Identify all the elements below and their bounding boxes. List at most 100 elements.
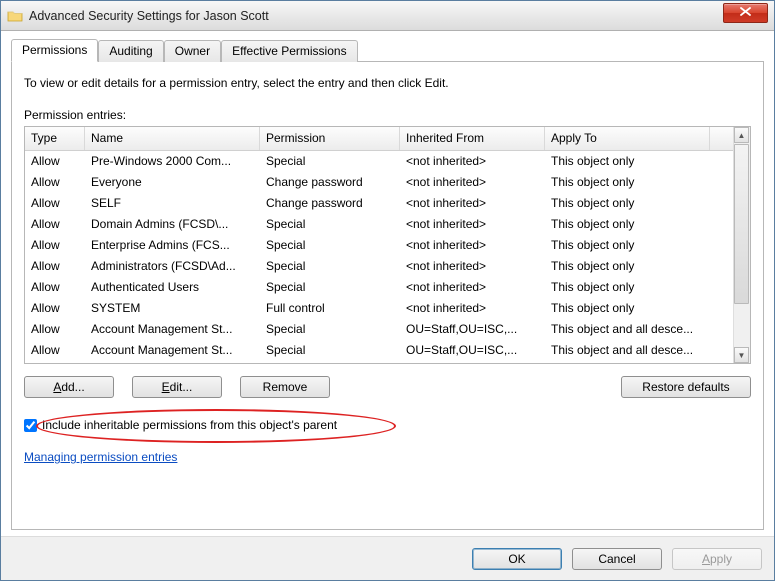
dialog-footer: OK Cancel Apply: [1, 536, 774, 580]
add-button[interactable]: Add...: [24, 376, 114, 398]
cell: Allow: [25, 172, 85, 193]
tab-owner[interactable]: Owner: [164, 40, 221, 62]
scroll-down-arrow-icon[interactable]: ▼: [734, 347, 749, 363]
cell: This object only: [545, 298, 710, 319]
cell: <not inherited>: [400, 151, 545, 172]
col-permission[interactable]: Permission: [260, 127, 400, 150]
cancel-button[interactable]: Cancel: [572, 548, 662, 570]
cell: <not inherited>: [400, 193, 545, 214]
tab-content-permissions: To view or edit details for a permission…: [11, 62, 764, 530]
close-button[interactable]: [723, 3, 768, 23]
cell: Special: [260, 340, 400, 361]
cell: Special: [260, 319, 400, 340]
folder-icon: [7, 8, 23, 24]
ok-button[interactable]: OK: [472, 548, 562, 570]
cell: Administrators (FCSD\Ad...: [85, 256, 260, 277]
entries-label: Permission entries:: [24, 108, 751, 122]
cell: Allow: [25, 193, 85, 214]
col-apply[interactable]: Apply To: [545, 127, 710, 150]
cell: <not inherited>: [400, 277, 545, 298]
instruction-text: To view or edit details for a permission…: [24, 76, 751, 90]
table-row[interactable]: AllowDomain Admins (FCSD\...Special<not …: [25, 214, 733, 235]
dialog-body: Permissions Auditing Owner Effective Per…: [1, 31, 774, 536]
cell: SYSTEM: [85, 298, 260, 319]
cell: <not inherited>: [400, 298, 545, 319]
cell: <not inherited>: [400, 214, 545, 235]
edit-button[interactable]: Edit...: [132, 376, 222, 398]
cell: Special: [260, 214, 400, 235]
cell: <not inherited>: [400, 256, 545, 277]
cell: This object only: [545, 151, 710, 172]
cell: This object only: [545, 172, 710, 193]
table-row[interactable]: AllowAdministrators (FCSD\Ad...Special<n…: [25, 256, 733, 277]
remove-button[interactable]: Remove: [240, 376, 330, 398]
cell: Account Management St...: [85, 340, 260, 361]
close-icon: [740, 7, 751, 19]
cell: Allow: [25, 256, 85, 277]
managing-permissions-link[interactable]: Managing permission entries: [24, 450, 751, 464]
table-row[interactable]: AllowSELFChange password<not inherited>T…: [25, 193, 733, 214]
dialog-window: Advanced Security Settings for Jason Sco…: [0, 0, 775, 581]
cell: Enterprise Admins (FCS...: [85, 235, 260, 256]
titlebar: Advanced Security Settings for Jason Sco…: [1, 1, 774, 31]
cell: Special: [260, 277, 400, 298]
vertical-scrollbar[interactable]: ▲ ▼: [733, 127, 750, 363]
cell: Allow: [25, 214, 85, 235]
cell: Change password: [260, 172, 400, 193]
cell: <not inherited>: [400, 235, 545, 256]
cell: Account Management St...: [85, 319, 260, 340]
permission-listview[interactable]: Type Name Permission Inherited From Appl…: [24, 126, 751, 364]
cell: Special: [260, 151, 400, 172]
table-row[interactable]: AllowEnterprise Admins (FCS...Special<no…: [25, 235, 733, 256]
cell: Full control: [260, 298, 400, 319]
listview-header: Type Name Permission Inherited From Appl…: [25, 127, 733, 151]
cell: Authenticated Users: [85, 277, 260, 298]
table-row[interactable]: AllowEveryoneChange password<not inherit…: [25, 172, 733, 193]
table-row[interactable]: AllowPre-Windows 2000 Com...Special<not …: [25, 151, 733, 172]
cell: This object only: [545, 277, 710, 298]
listview-rows: AllowPre-Windows 2000 Com...Special<not …: [25, 151, 733, 361]
listview-body: Type Name Permission Inherited From Appl…: [25, 127, 733, 363]
cell: Allow: [25, 298, 85, 319]
button-row: Add... Edit... Remove Restore defaults: [24, 376, 751, 398]
window-title: Advanced Security Settings for Jason Sco…: [29, 9, 269, 23]
apply-button: Apply: [672, 548, 762, 570]
cell: This object only: [545, 256, 710, 277]
tab-effective-permissions[interactable]: Effective Permissions: [221, 40, 358, 62]
cell: Pre-Windows 2000 Com...: [85, 151, 260, 172]
cell: Allow: [25, 277, 85, 298]
tab-strip: Permissions Auditing Owner Effective Per…: [11, 39, 764, 62]
scroll-up-arrow-icon[interactable]: ▲: [734, 127, 749, 143]
cell: This object and all desce...: [545, 319, 710, 340]
cell: OU=Staff,OU=ISC,...: [400, 319, 545, 340]
table-row[interactable]: AllowSYSTEMFull control<not inherited>Th…: [25, 298, 733, 319]
col-type[interactable]: Type: [25, 127, 85, 150]
col-name[interactable]: Name: [85, 127, 260, 150]
inherit-checkbox[interactable]: [24, 419, 37, 432]
cell: <not inherited>: [400, 172, 545, 193]
scroll-thumb[interactable]: [734, 144, 749, 304]
cell: Allow: [25, 340, 85, 361]
cell: Special: [260, 256, 400, 277]
col-inherited[interactable]: Inherited From: [400, 127, 545, 150]
cell: Everyone: [85, 172, 260, 193]
cell: Change password: [260, 193, 400, 214]
cell: This object only: [545, 235, 710, 256]
cell: Special: [260, 235, 400, 256]
cell: Allow: [25, 319, 85, 340]
cell: Domain Admins (FCSD\...: [85, 214, 260, 235]
table-row[interactable]: AllowAccount Management St...SpecialOU=S…: [25, 340, 733, 361]
restore-defaults-button[interactable]: Restore defaults: [621, 376, 751, 398]
table-row[interactable]: AllowAccount Management St...SpecialOU=S…: [25, 319, 733, 340]
cell: Allow: [25, 235, 85, 256]
table-row[interactable]: AllowAuthenticated UsersSpecial<not inhe…: [25, 277, 733, 298]
cell: This object only: [545, 193, 710, 214]
inherit-checkbox-label: Include inheritable permissions from thi…: [42, 418, 337, 432]
cell: This object only: [545, 214, 710, 235]
cell: SELF: [85, 193, 260, 214]
cell: OU=Staff,OU=ISC,...: [400, 340, 545, 361]
tab-auditing[interactable]: Auditing: [98, 40, 163, 62]
tab-permissions[interactable]: Permissions: [11, 39, 98, 62]
inherit-checkbox-row: Include inheritable permissions from thi…: [24, 418, 751, 432]
cell: Allow: [25, 151, 85, 172]
